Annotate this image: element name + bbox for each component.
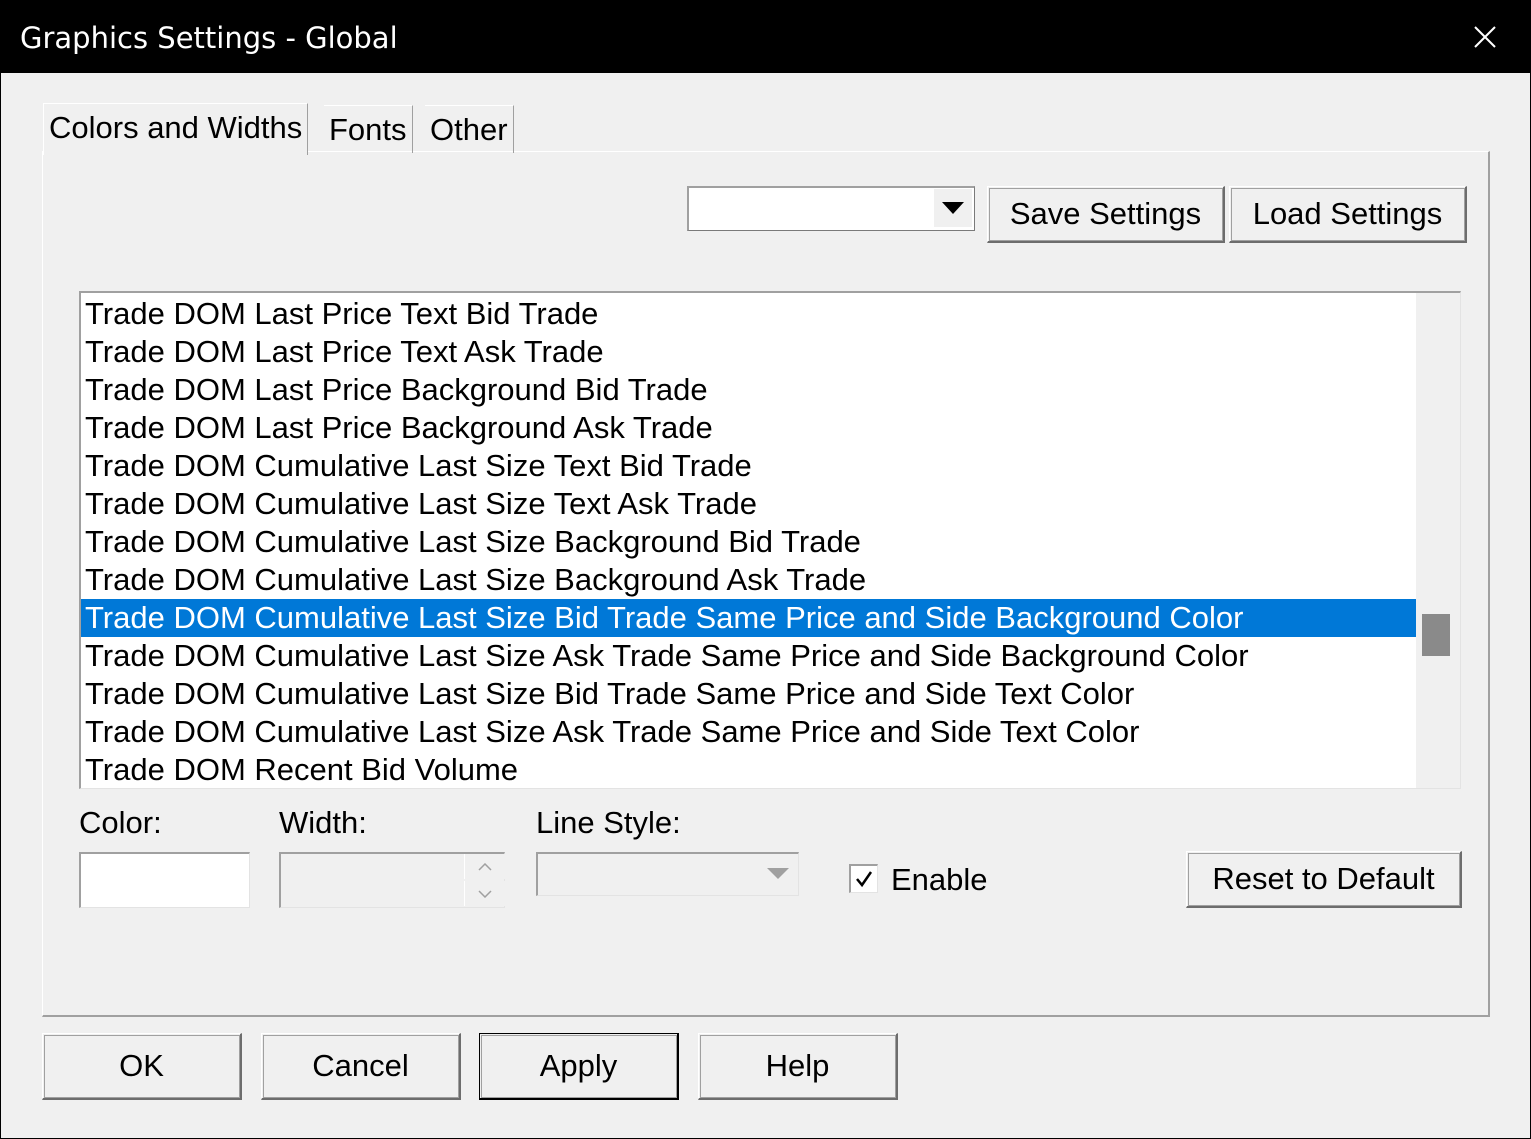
dropdown-arrow-button[interactable] [933, 189, 972, 227]
graphics-settings-list[interactable]: Trade DOM Last Price Text Bid Trade Trade… [79, 291, 1461, 789]
settings-preset-dropdown[interactable] [687, 186, 975, 231]
checkmark-icon [856, 871, 873, 888]
ok-button[interactable]: OK [42, 1033, 242, 1100]
list-item[interactable]: Trade DOM Cumulative Last Size Backgroun… [81, 523, 1417, 561]
list-item[interactable]: Trade DOM Last Price Background Bid Trad… [81, 371, 1417, 409]
apply-button[interactable]: Apply [479, 1033, 679, 1100]
load-settings-button[interactable]: Load Settings [1229, 186, 1467, 243]
list-item[interactable]: Trade DOM Last Price Background Ask Trad… [81, 409, 1417, 447]
save-settings-button[interactable]: Save Settings [987, 186, 1225, 243]
chevron-up-icon [478, 862, 492, 871]
title-bar[interactable]: Graphics Settings - Global [1, 1, 1530, 73]
scrollbar-thumb[interactable] [1422, 614, 1450, 656]
enable-checkbox[interactable] [849, 864, 878, 893]
tab-other[interactable]: Other [425, 105, 514, 153]
line-style-label: Line Style: [536, 805, 681, 840]
color-swatch[interactable] [79, 852, 250, 908]
list-item[interactable]: Trade DOM Cumulative Last Size Ask Trade… [81, 713, 1417, 751]
list-item[interactable]: Trade DOM Cumulative Last Size Text Bid … [81, 447, 1417, 485]
enable-label[interactable]: Enable [891, 861, 988, 899]
list-item[interactable]: Trade DOM Last Price Text Ask Trade [81, 333, 1417, 371]
list-item[interactable]: Trade DOM Cumulative Last Size Text Ask … [81, 485, 1417, 523]
list-item[interactable]: Trade DOM Cumulative Last Size Backgroun… [81, 561, 1417, 599]
window-title: Graphics Settings - Global [20, 21, 398, 55]
tab-fonts[interactable]: Fonts [324, 105, 413, 153]
chevron-down-icon [478, 889, 492, 898]
width-increment-button[interactable] [464, 854, 505, 879]
line-style-dropdown[interactable] [536, 852, 799, 896]
width-decrement-button[interactable] [464, 881, 505, 906]
list-scrollbar[interactable] [1416, 293, 1460, 788]
list-item[interactable]: Trade DOM Cumulative Last Size Ask Trade… [81, 637, 1417, 675]
color-label: Color: [79, 805, 162, 840]
close-icon [1474, 26, 1496, 48]
reset-to-default-button[interactable]: Reset to Default [1186, 851, 1462, 908]
close-button[interactable] [1440, 1, 1530, 73]
cancel-button[interactable]: Cancel [261, 1033, 461, 1100]
line-style-arrow[interactable] [758, 854, 798, 894]
width-spinner[interactable] [279, 852, 505, 908]
list-item[interactable]: Trade DOM Last Price Text Bid Trade [81, 295, 1417, 333]
list-item[interactable]: Trade DOM Cumulative Last Size Bid Trade… [81, 599, 1417, 637]
chevron-down-icon [767, 868, 789, 879]
help-button[interactable]: Help [698, 1033, 898, 1100]
list-item[interactable]: Trade DOM Recent Bid Volume [81, 751, 1417, 788]
list-item[interactable]: Trade DOM Cumulative Last Size Bid Trade… [81, 675, 1417, 713]
graphics-settings-dialog: Graphics Settings - Global Colors and Wi… [0, 0, 1531, 1139]
tab-colors-and-widths[interactable]: Colors and Widths [43, 103, 309, 155]
width-label: Width: [279, 805, 367, 840]
triangle-down-icon [942, 202, 964, 214]
